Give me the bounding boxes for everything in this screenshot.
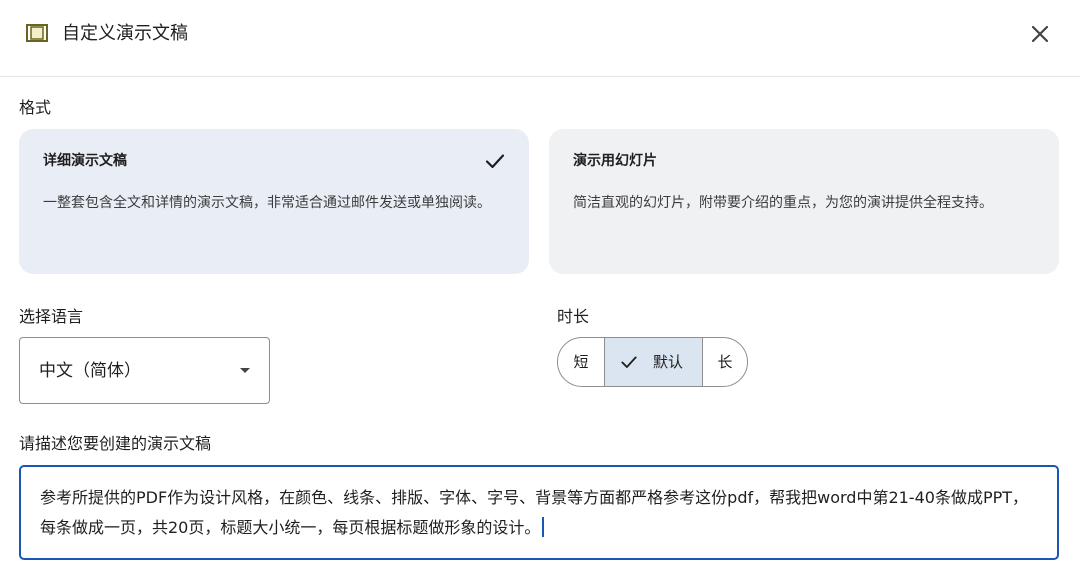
format-label: 格式 — [19, 98, 52, 117]
dialog-title: 自定义演示文稿 — [62, 23, 188, 44]
presentation-icon — [26, 24, 48, 42]
prompt-label: 请描述您要创建的演示文稿 — [19, 434, 212, 453]
check-icon — [621, 356, 637, 368]
format-option-title: 演示用幻灯片 — [573, 153, 657, 169]
duration-segmented-control: 短 默认 长 — [557, 337, 748, 387]
format-option-slides[interactable]: 演示用幻灯片 简洁直观的幻灯片，附带要介绍的重点，为您的演讲提供全程支持。 — [549, 129, 1059, 274]
language-select[interactable]: 中文（简体） — [19, 337, 270, 404]
duration-option-default[interactable]: 默认 — [605, 338, 702, 386]
format-option-description: 一整套包含全文和详情的演示文稿，非常适合通过邮件发送或单独阅读。 — [43, 195, 491, 211]
format-option-detailed[interactable]: 详细演示文稿 一整套包含全文和详情的演示文稿，非常适合通过邮件发送或单独阅读。 — [19, 129, 529, 274]
language-label: 选择语言 — [19, 307, 84, 326]
prompt-text: 参考所提供的PDF作为设计风格，在颜色、线条、排版、字体、字号、背景等方面都严格… — [40, 488, 1029, 537]
duration-option-short[interactable]: 短 — [558, 338, 604, 386]
format-option-description: 简洁直观的幻灯片，附带要介绍的重点，为您的演讲提供全程支持。 — [573, 195, 993, 211]
format-option-title: 详细演示文稿 — [43, 153, 127, 169]
duration-label: 时长 — [557, 307, 590, 326]
duration-option-label: 默认 — [653, 353, 684, 371]
dialog-header: 自定义演示文稿 — [0, 0, 1080, 77]
text-caret — [542, 517, 545, 537]
dropdown-arrow-icon — [240, 368, 250, 373]
language-value: 中文（简体） — [39, 361, 141, 381]
check-icon — [485, 154, 505, 169]
duration-option-long[interactable]: 长 — [703, 338, 747, 386]
prompt-textarea[interactable]: 参考所提供的PDF作为设计风格，在颜色、线条、排版、字体、字号、背景等方面都严格… — [19, 465, 1059, 560]
close-icon[interactable] — [1026, 20, 1054, 48]
